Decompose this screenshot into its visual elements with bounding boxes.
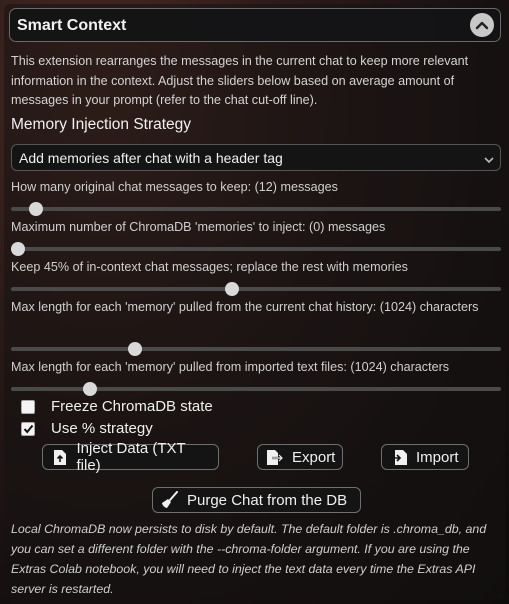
chevron-down-icon — [483, 152, 495, 170]
slider-file-memory-length[interactable] — [11, 382, 501, 396]
slider-track — [11, 287, 501, 291]
file-import-icon — [390, 448, 408, 466]
slider-thumb[interactable] — [29, 202, 44, 216]
freeze-chromadb-checkbox[interactable] — [21, 399, 35, 414]
slider-thumb[interactable] — [127, 342, 142, 356]
slider-label-memories-inject: Maximum number of ChromaDB 'memories' to… — [11, 220, 386, 234]
slider-memories-inject[interactable] — [11, 242, 501, 256]
inject-data-button[interactable]: Inject Data (TXT file) — [42, 440, 219, 474]
chromadb-note: Local ChromaDB now persists to disk by d… — [11, 522, 487, 596]
purge-chat-label: Purge Chat from the DB — [187, 491, 348, 509]
use-percent-label: Use % strategy — [51, 420, 153, 437]
purge-chat-button[interactable]: Purge Chat from the DB — [152, 487, 361, 513]
slider-track — [11, 347, 501, 351]
slider-keep-messages[interactable] — [11, 202, 501, 216]
freeze-chromadb-row[interactable]: Freeze ChromaDB state — [21, 398, 213, 415]
file-export-icon — [266, 448, 284, 466]
import-button[interactable]: Import — [381, 444, 469, 470]
slider-track — [11, 207, 501, 211]
export-label: Export — [292, 448, 336, 466]
use-percent-checkbox[interactable] — [21, 421, 35, 436]
slider-label-chat-memory-length: Max length for each 'memory' pulled from… — [11, 300, 479, 314]
slider-thumb[interactable] — [83, 382, 98, 396]
slider-track — [11, 247, 501, 251]
strategy-selected-value: Add memories after chat with a header ta… — [19, 150, 283, 166]
file-upload-icon — [51, 448, 69, 466]
extension-description: This extension rearranges the messages i… — [11, 54, 469, 107]
chevron-up-icon[interactable] — [470, 13, 494, 37]
broom-icon — [161, 491, 179, 509]
strategy-title: Memory Injection Strategy — [11, 116, 192, 133]
section-header[interactable]: Smart Context — [9, 8, 501, 42]
slider-thumb[interactable] — [225, 282, 240, 296]
slider-label-file-memory-length: Max length for each 'memory' pulled from… — [11, 360, 450, 374]
slider-label-keep-percent: Keep 45% of in-context chat messages; re… — [11, 260, 408, 274]
strategy-select[interactable]: Add memories after chat with a header ta… — [11, 144, 501, 171]
section-title: Smart Context — [17, 17, 127, 34]
slider-keep-percent[interactable] — [11, 282, 501, 296]
slider-chat-memory-length[interactable] — [11, 342, 501, 356]
inject-data-label: Inject Data (TXT file) — [76, 440, 186, 474]
export-button[interactable]: Export — [257, 444, 343, 470]
import-label: Import — [416, 448, 459, 466]
slider-label-keep-messages: How many original chat messages to keep:… — [11, 180, 338, 194]
use-percent-row[interactable]: Use % strategy — [21, 420, 153, 437]
freeze-chromadb-label: Freeze ChromaDB state — [51, 398, 213, 415]
slider-thumb[interactable] — [11, 242, 25, 256]
